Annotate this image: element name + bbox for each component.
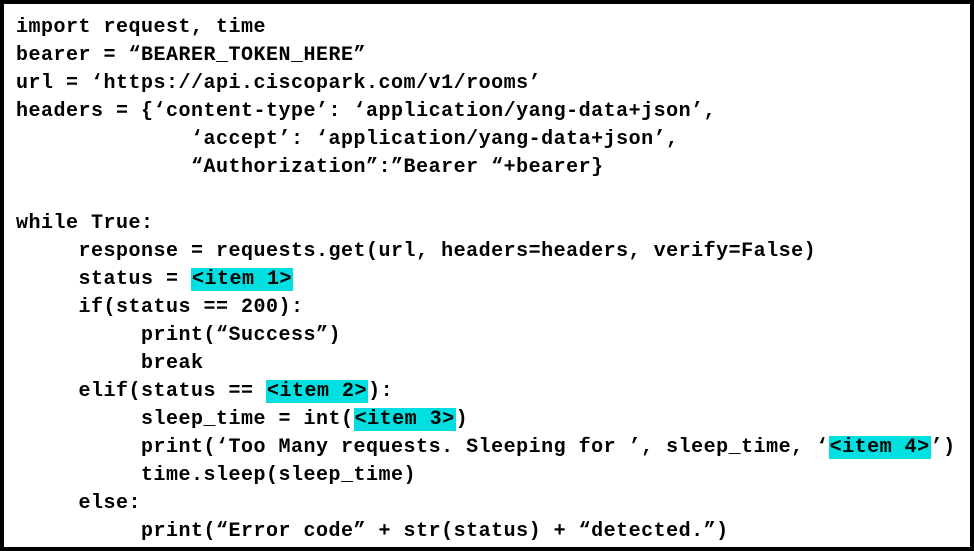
line-03: url = ‘https://api.ciscopark.com/v1/room… [16, 72, 541, 95]
line-09-pre: status = [16, 268, 191, 291]
line-13-pre: elif(status == [16, 380, 266, 403]
line-13-post: ): [368, 380, 393, 403]
line-14-pre: sleep_time = int( [16, 408, 354, 431]
line-18: print(“Error code” + str(status) + “dete… [16, 520, 729, 543]
placeholder-item-2: <item 2> [266, 380, 368, 403]
line-04: headers = {‘content-type’: ‘application/… [16, 100, 716, 123]
placeholder-item-1: <item 1> [191, 268, 293, 291]
line-16: time.sleep(sleep_time) [16, 464, 416, 487]
placeholder-item-4: <item 4> [829, 436, 931, 459]
line-08: response = requests.get(url, headers=hea… [16, 240, 816, 263]
line-17: else: [16, 492, 141, 515]
line-12: break [16, 352, 204, 375]
line-06: “Authorization”:”Bearer “+bearer} [16, 156, 604, 179]
line-11: print(“Success”) [16, 324, 341, 347]
line-07: while True: [16, 212, 154, 235]
line-02: bearer = “BEARER_TOKEN_HERE” [16, 44, 366, 67]
line-14-post: ) [456, 408, 469, 431]
code-block: import request, time bearer = “BEARER_TO… [0, 0, 974, 551]
line-05: ‘accept’: ‘application/yang-data+json’, [16, 128, 679, 151]
line-01: import request, time [16, 16, 266, 39]
placeholder-item-3: <item 3> [354, 408, 456, 431]
line-15-pre: print(‘Too Many requests. Sleeping for ’… [16, 436, 829, 459]
line-10: if(status == 200): [16, 296, 304, 319]
line-15-post: ’) [931, 436, 956, 459]
